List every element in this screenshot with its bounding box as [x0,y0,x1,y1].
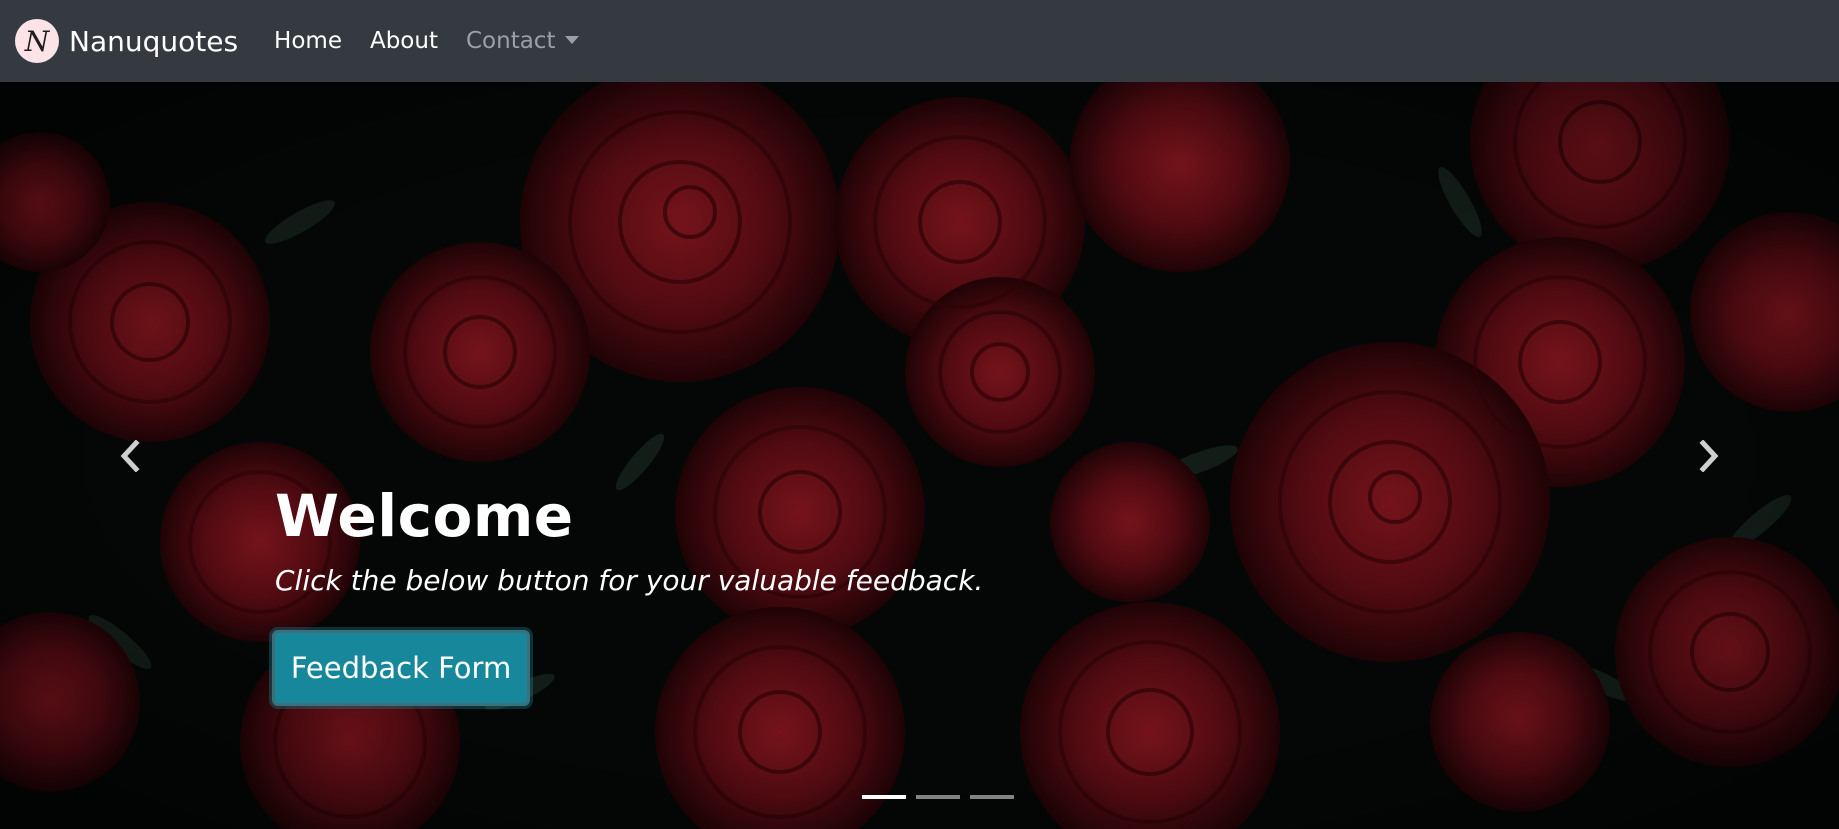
nav-dropdown-contact[interactable]: Contact [465,28,580,54]
carousel-indicator-1[interactable] [862,795,906,799]
carousel-indicator-2[interactable] [916,795,960,799]
navbar: N Nanuquotes Home About Contact [0,0,1839,82]
carousel-next-button[interactable] [1579,82,1839,829]
brand-logo: N [15,19,59,63]
carousel-caption: Welcome Click the below button for your … [275,482,983,597]
roses-background-image [0,82,1839,829]
nav-link-about[interactable]: About [370,28,438,54]
chevron-right-icon [1699,439,1719,472]
nav-links: Home About Contact [274,28,607,54]
feedback-form-button[interactable]: Feedback Form [272,630,530,706]
brand-link[interactable]: N Nanuquotes [15,19,238,63]
hero-title: Welcome [275,482,574,550]
brand-name: Nanuquotes [69,24,239,58]
nav-link-contact-label: Contact [465,28,556,54]
carousel-indicator-3[interactable] [970,795,1014,799]
hero-carousel: Welcome Click the below button for your … [0,82,1839,829]
nav-link-home[interactable]: Home [274,28,342,54]
caret-down-icon [565,35,580,44]
chevron-left-icon [120,439,140,472]
carousel-indicators [862,795,1024,799]
carousel-prev-button[interactable] [0,82,260,829]
hero-subtitle: Click the below button for your valuable… [275,564,984,597]
